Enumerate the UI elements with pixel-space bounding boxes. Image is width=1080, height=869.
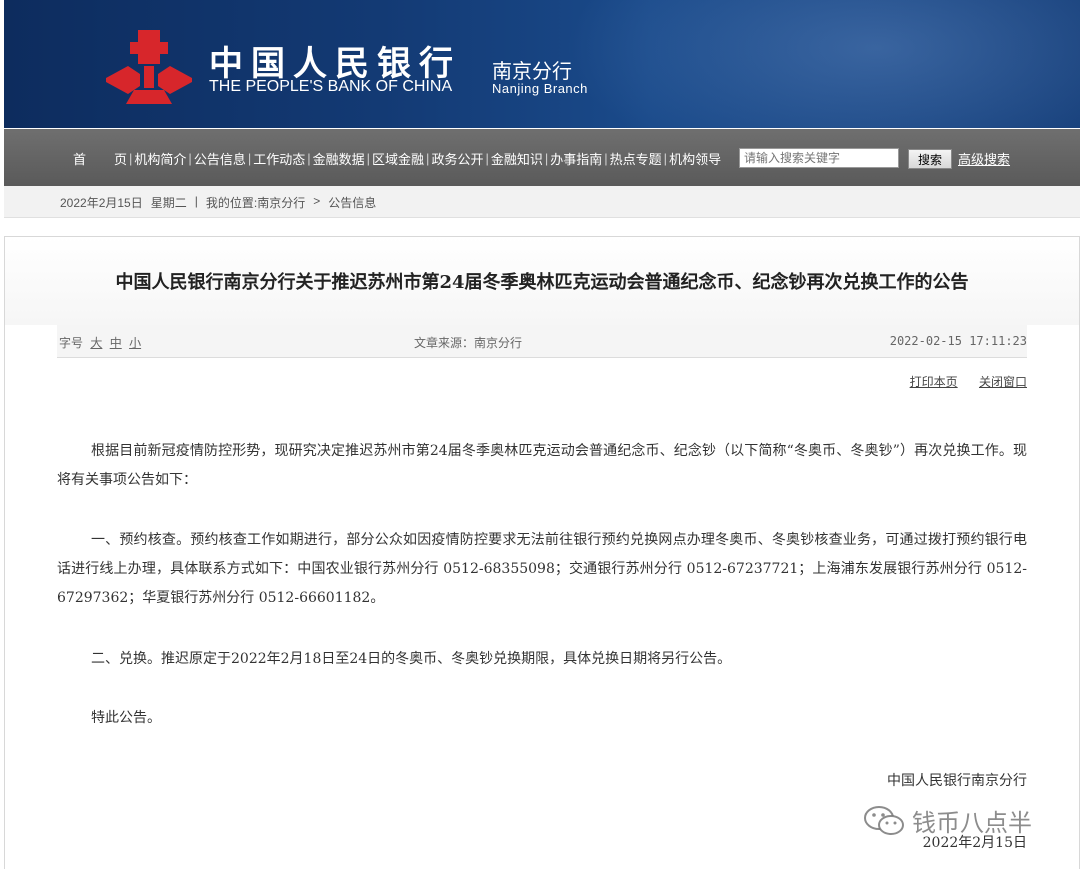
font-size-label: 字号: [59, 336, 84, 350]
nav-items: 首页 | 机构简介 | 公告信息 | 工作动态 | 金融数据 | 区域金融 | …: [72, 149, 722, 168]
breadcrumb-current[interactable]: 公告信息: [328, 194, 376, 211]
article-paragraph: 一、预约核查。预约核查工作如期进行，部分公众如因疫情防控要求无法前往银行预约兑换…: [57, 532, 1027, 606]
nav-item-regional-finance[interactable]: 区域金融: [371, 149, 425, 168]
search-button[interactable]: 搜索: [908, 149, 952, 169]
close-window-link[interactable]: 关闭窗口: [979, 375, 1027, 389]
article-source: 文章来源：南京分行: [414, 336, 523, 350]
banner-glow: [564, 0, 1080, 128]
branch-name-cn: 南京分行: [492, 61, 572, 83]
breadcrumb-divider: |: [194, 194, 198, 208]
font-size-large-link[interactable]: 大: [90, 336, 102, 350]
site-banner: 中国人民银行 THE PEOPLE'S BANK OF CHINA 南京分行 N…: [4, 0, 1080, 128]
nav-item-notices[interactable]: 公告信息: [193, 149, 247, 168]
nav-item-financial-knowledge[interactable]: 金融知识: [490, 149, 544, 168]
font-size-controls: 字号 大 中 小: [59, 334, 141, 351]
print-page-link[interactable]: 打印本页: [910, 375, 958, 389]
article-meta-bar: 字号 大 中 小 文章来源：南京分行 2022-02-15 17:11:23: [57, 325, 1027, 358]
current-weekday: 星期二: [150, 196, 187, 210]
article-paragraph: 根据目前新冠疫情防控形势，现研究决定推迟苏州市第24届冬季奥林匹克运动会普通纪念…: [57, 443, 1027, 488]
breadcrumb-bar: 2022年2月15日 星期二 | 我的位置:南京分行 > 公告信息: [4, 186, 1080, 218]
nav-item-government-affairs[interactable]: 政务公开: [430, 149, 484, 168]
font-size-medium-link[interactable]: 中: [110, 336, 122, 350]
article-paragraph: 二、兑换。推迟原定于2022年2月18日至24日的冬奥币、冬奥钞兑换期限，具体兑…: [91, 651, 732, 667]
nav-item-hot-topics[interactable]: 热点专题: [609, 149, 663, 168]
nav-item-service-guide[interactable]: 办事指南: [549, 149, 603, 168]
breadcrumb: 2022年2月15日 星期二 | 我的位置:南京分行 > 公告信息: [60, 194, 384, 211]
wechat-icon: [864, 805, 904, 835]
nav-item-leadership[interactable]: 机构领导: [668, 149, 722, 168]
nav-item-financial-data[interactable]: 金融数据: [312, 149, 366, 168]
publish-time: 2022-02-15 17:11:23: [889, 334, 1027, 348]
breadcrumb-location[interactable]: 我的位置:南京分行: [206, 194, 305, 211]
page-actions: 打印本页 关闭窗口: [880, 373, 1027, 390]
nav-item-work-news[interactable]: 工作动态: [252, 149, 306, 168]
pboc-logo-icon: [106, 30, 192, 104]
article-title: 中国人民银行南京分行关于推迟苏州市第24届冬季奥林匹克运动会普通纪念币、纪念钞再…: [115, 272, 969, 293]
search-input[interactable]: [739, 148, 899, 168]
font-size-small-link[interactable]: 小: [129, 336, 141, 350]
watermark: 钱币八点半: [862, 803, 1032, 838]
article-paragraph: 特此公告。: [91, 710, 161, 726]
branch-name-en: Nanjing Branch: [492, 81, 588, 96]
signature-organization: 中国人民银行南京分行: [887, 773, 1027, 789]
nav-item-about[interactable]: 机构简介: [133, 149, 187, 168]
advanced-search-link[interactable]: 高级搜索: [958, 149, 1010, 168]
current-date: 2022年2月15日: [60, 196, 143, 210]
bank-name-en: THE PEOPLE'S BANK OF CHINA: [209, 78, 453, 95]
breadcrumb-arrow: >: [313, 194, 321, 208]
watermark-text: 钱币八点半: [912, 810, 1032, 837]
